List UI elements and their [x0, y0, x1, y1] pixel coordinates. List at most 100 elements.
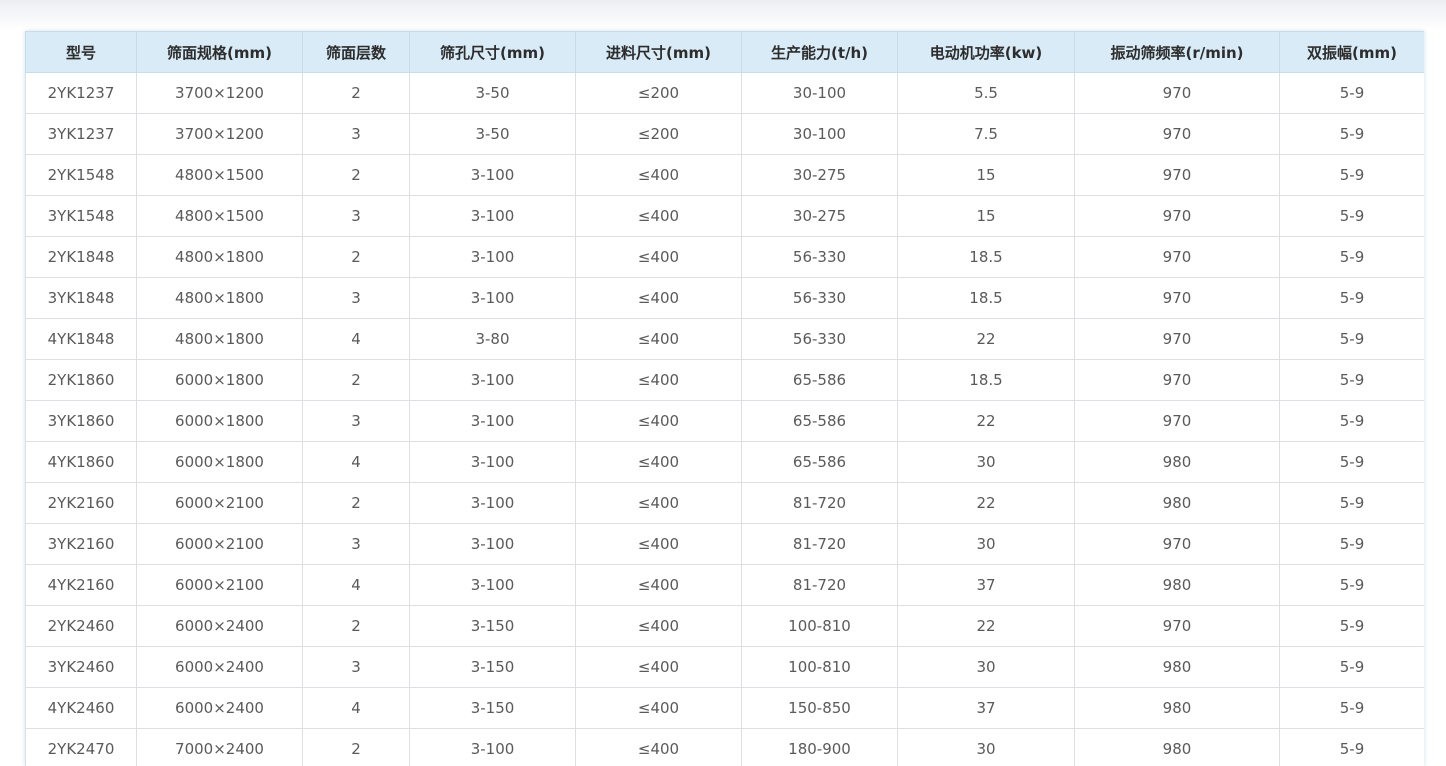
cell-motor-power: 30 [897, 441, 1075, 483]
cell-model: 4YK2160 [25, 564, 137, 606]
cell-model: 2YK1237 [25, 72, 137, 114]
cell-capacity: 100-810 [741, 605, 898, 647]
cell-frequency: 970 [1074, 523, 1280, 565]
cell-amplitude: 5-9 [1279, 236, 1424, 278]
cell-feed-size: ≤400 [575, 564, 742, 606]
cell-capacity: 81-720 [741, 482, 898, 524]
cell-screen-spec: 3700×1200 [136, 113, 303, 155]
cell-motor-power: 30 [897, 728, 1075, 766]
cell-model: 2YK2160 [25, 482, 137, 524]
header-frequency: 振动筛频率(r/min) [1074, 31, 1280, 73]
cell-layers: 2 [302, 154, 410, 196]
cell-motor-power: 37 [897, 687, 1075, 729]
cell-amplitude: 5-9 [1279, 318, 1424, 360]
cell-feed-size: ≤400 [575, 646, 742, 688]
cell-layers: 4 [302, 318, 410, 360]
table-row: 2YK2470 7000×2400 2 3-100 ≤400 180-900 30 980 5-… [25, 728, 1424, 766]
cell-layers: 3 [302, 646, 410, 688]
cell-capacity: 65-586 [741, 400, 898, 442]
cell-screen-spec: 6000×2400 [136, 605, 303, 647]
cell-motor-power: 22 [897, 318, 1075, 360]
cell-feed-size: ≤400 [575, 277, 742, 319]
header-layers: 筛面层数 [302, 31, 410, 73]
cell-model: 2YK2460 [25, 605, 137, 647]
cell-feed-size: ≤400 [575, 482, 742, 524]
table-row: 3YK1860 6000×1800 3 3-100 ≤400 65-586 22 970 5-9 [25, 400, 1424, 442]
cell-capacity: 56-330 [741, 236, 898, 278]
cell-model: 4YK1848 [25, 318, 137, 360]
cell-model: 3YK1860 [25, 400, 137, 442]
cell-frequency: 970 [1074, 154, 1280, 196]
cell-model: 3YK1548 [25, 195, 137, 237]
cell-mesh-size: 3-100 [409, 154, 576, 196]
table-row: 3YK2460 6000×2400 3 3-150 ≤400 100-810 30 980 5-… [25, 646, 1424, 688]
cell-frequency: 970 [1074, 359, 1280, 401]
cell-motor-power: 22 [897, 400, 1075, 442]
table-row: 2YK2160 6000×2100 2 3-100 ≤400 81-720 22 980 5-9 [25, 482, 1424, 524]
cell-mesh-size: 3-150 [409, 605, 576, 647]
cell-model: 2YK2470 [25, 728, 137, 766]
cell-motor-power: 15 [897, 154, 1075, 196]
cell-feed-size: ≤400 [575, 441, 742, 483]
table-row: 3YK1237 3700×1200 3 3-50 ≤200 30-100 7.5 970 5-9 [25, 113, 1424, 155]
cell-frequency: 970 [1074, 113, 1280, 155]
cell-feed-size: ≤400 [575, 728, 742, 766]
cell-motor-power: 22 [897, 482, 1075, 524]
table-row: 2YK1237 3700×1200 2 3-50 ≤200 30-100 5.5 970 5-9 [25, 72, 1424, 114]
cell-capacity: 100-810 [741, 646, 898, 688]
cell-frequency: 970 [1074, 277, 1280, 319]
cell-amplitude: 5-9 [1279, 687, 1424, 729]
cell-feed-size: ≤400 [575, 236, 742, 278]
cell-frequency: 970 [1074, 72, 1280, 114]
cell-feed-size: ≤200 [575, 72, 742, 114]
cell-amplitude: 5-9 [1279, 277, 1424, 319]
page-top-shade [0, 0, 1446, 30]
cell-capacity: 65-586 [741, 359, 898, 401]
cell-frequency: 970 [1074, 318, 1280, 360]
header-screen-spec: 筛面规格(mm) [136, 31, 303, 73]
cell-capacity: 30-100 [741, 72, 898, 114]
table-row: 2YK2460 6000×2400 2 3-150 ≤400 100-810 22 970 5-… [25, 605, 1424, 647]
cell-model: 4YK1860 [25, 441, 137, 483]
cell-amplitude: 5-9 [1279, 400, 1424, 442]
cell-layers: 2 [302, 605, 410, 647]
cell-layers: 3 [302, 113, 410, 155]
cell-screen-spec: 6000×2100 [136, 564, 303, 606]
header-motor-power: 电动机功率(kw) [897, 31, 1075, 73]
cell-screen-spec: 7000×2400 [136, 728, 303, 766]
cell-amplitude: 5-9 [1279, 482, 1424, 524]
cell-motor-power: 30 [897, 646, 1075, 688]
cell-frequency: 980 [1074, 728, 1280, 766]
cell-screen-spec: 4800×1800 [136, 318, 303, 360]
cell-amplitude: 5-9 [1279, 359, 1424, 401]
cell-motor-power: 5.5 [897, 72, 1075, 114]
cell-amplitude: 5-9 [1279, 195, 1424, 237]
cell-mesh-size: 3-100 [409, 728, 576, 766]
cell-frequency: 980 [1074, 646, 1280, 688]
cell-motor-power: 30 [897, 523, 1075, 565]
cell-mesh-size: 3-100 [409, 482, 576, 524]
cell-screen-spec: 6000×2100 [136, 482, 303, 524]
cell-screen-spec: 4800×1500 [136, 154, 303, 196]
cell-feed-size: ≤400 [575, 195, 742, 237]
cell-motor-power: 15 [897, 195, 1075, 237]
cell-amplitude: 5-9 [1279, 728, 1424, 766]
cell-motor-power: 18.5 [897, 359, 1075, 401]
cell-model: 3YK2160 [25, 523, 137, 565]
cell-layers: 3 [302, 400, 410, 442]
cell-layers: 3 [302, 195, 410, 237]
cell-capacity: 180-900 [741, 728, 898, 766]
cell-mesh-size: 3-100 [409, 400, 576, 442]
cell-amplitude: 5-9 [1279, 154, 1424, 196]
table-row: 4YK1860 6000×1800 4 3-100 ≤400 65-586 30 980 5-9 [25, 441, 1424, 483]
cell-layers: 2 [302, 482, 410, 524]
cell-frequency: 970 [1074, 400, 1280, 442]
cell-capacity: 56-330 [741, 277, 898, 319]
cell-feed-size: ≤400 [575, 523, 742, 565]
cell-model: 2YK1548 [25, 154, 137, 196]
cell-layers: 4 [302, 564, 410, 606]
cell-mesh-size: 3-100 [409, 195, 576, 237]
cell-capacity: 81-720 [741, 564, 898, 606]
cell-layers: 2 [302, 728, 410, 766]
table-row: 4YK2460 6000×2400 4 3-150 ≤400 150-850 37 980 5-… [25, 687, 1424, 729]
